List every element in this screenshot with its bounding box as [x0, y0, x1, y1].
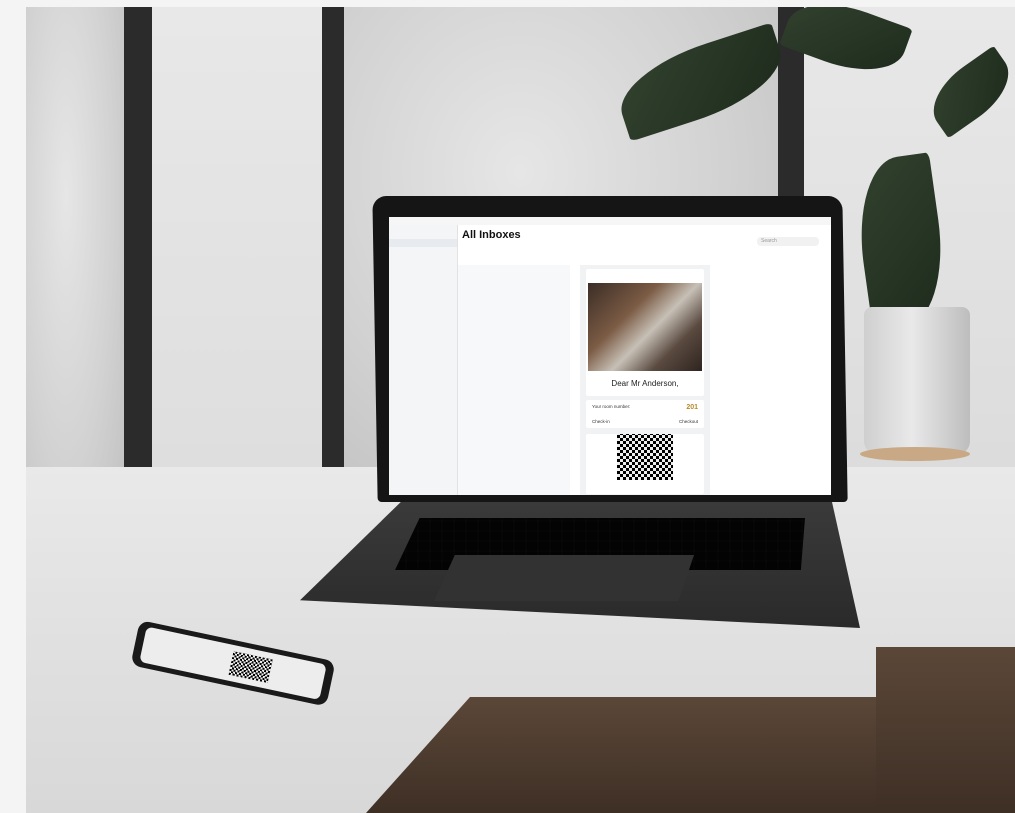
mail-sidebar	[389, 225, 458, 495]
sidebar-item[interactable]	[389, 255, 457, 263]
plant-pot	[864, 307, 970, 455]
checkout-label: Checkout	[678, 419, 698, 424]
sidebar-item[interactable]	[389, 263, 457, 271]
hotel-photo	[588, 283, 702, 371]
email-card-qr	[586, 434, 704, 494]
menu-bar	[389, 217, 831, 225]
sidebar-item[interactable]	[389, 271, 457, 279]
email-card-header: Dear Mr Anderson,	[586, 269, 704, 396]
sidebar-item[interactable]	[389, 247, 457, 255]
plant-pot-base	[860, 447, 970, 461]
room-label: Your room number:	[592, 404, 631, 409]
checkin-label: Check-in	[592, 419, 610, 424]
sidebar-item[interactable]	[389, 239, 457, 247]
laptop-screen: All Inboxes Search Dear Mr Anderson, You…	[389, 217, 831, 495]
window-center-frame	[322, 7, 344, 507]
email-preview: Dear Mr Anderson, Your room number: 201 …	[580, 265, 710, 495]
cabinet-right	[876, 647, 1015, 813]
search-input[interactable]: Search	[757, 237, 819, 246]
email-card-room: Your room number: 201 Check-in Checkout	[586, 400, 704, 428]
mail-content: All Inboxes Search Dear Mr Anderson, You…	[458, 225, 831, 495]
qr-code	[617, 434, 673, 480]
laptop-trackpad	[434, 555, 694, 601]
email-greeting: Dear Mr Anderson,	[611, 379, 679, 388]
window-left-glass	[26, 7, 126, 547]
email-intro-text	[586, 388, 704, 396]
sidebar-item[interactable]	[389, 279, 457, 287]
page-title: All Inboxes	[462, 229, 521, 241]
message-list	[458, 265, 570, 495]
phone-qr-code	[228, 651, 273, 683]
room-number: 201	[686, 404, 698, 411]
